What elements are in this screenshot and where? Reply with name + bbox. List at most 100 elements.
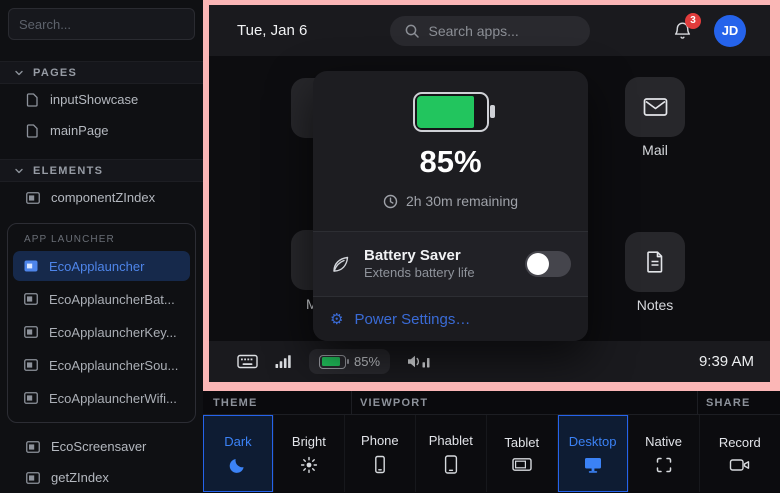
toolbar-buttons: Dark Bright Phone Phablet Tablet (203, 415, 780, 492)
theme-section-label: THEME (213, 397, 258, 409)
sidebar-item-ecoapplauncherkey[interactable]: EcoApplauncherKey... (13, 317, 190, 347)
sidebar-item-componentzindex[interactable]: componentZIndex (0, 182, 203, 213)
button-label: Desktop (569, 434, 617, 449)
battery-saver-row: Battery Saver Extends battery life (313, 231, 588, 297)
button-label: Tablet (504, 435, 539, 450)
tile-label-notes: Notes (625, 297, 685, 313)
power-settings-label: Power Settings… (354, 311, 470, 328)
notes-icon (645, 250, 665, 274)
volume-icon[interactable] (407, 354, 432, 369)
notifications-button[interactable]: 3 (673, 21, 692, 41)
gear-icon: ⚙ (330, 312, 343, 327)
battery-saver-subtitle: Extends battery life (364, 265, 475, 281)
battery-popup: 85% 2h 30m remaining Battery Saver Ex (313, 71, 588, 341)
viewport-tablet-button[interactable]: Tablet (487, 415, 558, 492)
app-search-input[interactable]: Search apps... (390, 16, 590, 46)
battery-percent: 85% (419, 144, 481, 180)
battery-fill-small (322, 357, 341, 366)
component-icon (24, 392, 38, 404)
tablet-icon (512, 457, 532, 472)
sidebar-item-mainpage[interactable]: mainPage (0, 115, 203, 146)
file-icon (26, 124, 39, 138)
sidebar-item-label: EcoApplauncherSou... (49, 358, 178, 373)
sidebar-item-label: inputShowcase (50, 92, 138, 107)
avatar[interactable]: JD (714, 15, 746, 47)
sidebar-item-ecoscreensaver[interactable]: EcoScreensaver (0, 431, 203, 462)
component-icon (26, 472, 40, 484)
preview-topbar: Tue, Jan 6 Search apps... 3 JD (209, 5, 770, 56)
leaf-icon (330, 254, 351, 275)
button-label: Phablet (429, 433, 473, 448)
phone-icon (371, 455, 389, 474)
viewport-native-button[interactable]: Native (629, 415, 700, 492)
search-icon (404, 23, 420, 39)
component-icon (24, 293, 38, 305)
tile-label-mail: Mail (625, 142, 685, 158)
sidebar-item-getzindex[interactable]: getZIndex (0, 462, 203, 493)
viewport-phone-button[interactable]: Phone (345, 415, 416, 492)
signal-icon[interactable] (275, 354, 292, 369)
statusbar-battery[interactable]: 85% (309, 349, 390, 374)
viewport-desktop-button[interactable]: Desktop (558, 415, 629, 492)
section-header-elements[interactable]: ELEMENTS (0, 159, 203, 182)
component-icon (24, 359, 38, 371)
battery-remaining: 2h 30m remaining (383, 193, 518, 209)
button-label: Dark (224, 434, 251, 449)
search-placeholder: Search apps... (429, 23, 519, 39)
power-settings-link[interactable]: ⚙ Power Settings… (313, 297, 588, 341)
viewport-phablet-button[interactable]: Phablet (416, 415, 487, 492)
bottom-toolbar: THEME VIEWPORT SHARE Dark Bright Phone P… (203, 391, 780, 493)
button-label: Native (645, 434, 682, 449)
sidebar-item-label: componentZIndex (51, 190, 155, 205)
button-label: Record (719, 435, 761, 450)
component-icon (26, 441, 40, 453)
sidebar-item-label: EcoApplauncherBat... (49, 292, 175, 307)
button-label: Phone (361, 433, 399, 448)
clock-label: 9:39 AM (699, 353, 754, 370)
app-launcher-preview: Tue, Jan 6 Search apps... 3 JD M (209, 5, 770, 382)
sidebar-item-label: EcoApplauncherWifi... (49, 391, 177, 406)
mail-icon (643, 97, 668, 117)
viewport-section-label: VIEWPORT (360, 397, 428, 409)
battery-saver-texts: Battery Saver Extends battery life (364, 247, 475, 282)
keyboard-icon[interactable] (237, 353, 258, 370)
sidebar: PAGES inputShowcase mainPage ELEMENTS co… (0, 0, 203, 493)
statusbar-battery-percent: 85% (354, 354, 380, 369)
theme-dark-button[interactable]: Dark (203, 415, 274, 492)
app-launcher-group: APP LAUNCHER EcoApplauncher EcoApplaunch… (7, 223, 196, 423)
clock-icon (383, 194, 398, 209)
sidebar-item-label: EcoApplauncherKey... (49, 325, 177, 340)
video-camera-icon (729, 457, 750, 473)
battery-remaining-label: 2h 30m remaining (406, 193, 518, 209)
sidebar-item-ecoapplauncherbat[interactable]: EcoApplauncherBat... (13, 284, 190, 314)
date-label: Tue, Jan 6 (237, 22, 307, 39)
notification-badge: 3 (685, 13, 701, 29)
section-header-pages[interactable]: PAGES (0, 61, 203, 84)
file-icon (26, 93, 39, 107)
component-icon (26, 192, 40, 204)
header-divider (351, 391, 352, 414)
sidebar-item-label: EcoScreensaver (51, 439, 146, 454)
sidebar-search-input[interactable] (8, 8, 195, 40)
section-label: PAGES (33, 67, 77, 79)
sidebar-item-ecoapplauncherwifi[interactable]: EcoApplauncherWifi... (13, 383, 190, 413)
component-icon (24, 260, 38, 272)
preview-statusbar: 85% 9:39 AM (209, 341, 770, 382)
component-icon (24, 326, 38, 338)
theme-bright-button[interactable]: Bright (274, 415, 345, 492)
app-tile-mail[interactable] (625, 77, 685, 137)
chevron-down-icon (14, 68, 24, 78)
share-record-button[interactable]: Record (700, 415, 780, 492)
battery-icon (413, 92, 489, 132)
sidebar-item-label: getZIndex (51, 470, 109, 485)
sidebar-item-ecoapplauncher[interactable]: EcoApplauncher (13, 251, 190, 281)
sidebar-search (0, 0, 203, 48)
sidebar-item-ecoapplaunchersou[interactable]: EcoApplauncherSou... (13, 350, 190, 380)
desktop-icon (583, 456, 603, 474)
battery-saver-toggle[interactable] (525, 251, 571, 277)
app-tile-notes[interactable] (625, 232, 685, 292)
header-divider (697, 391, 698, 414)
moon-icon (229, 456, 247, 474)
sidebar-item-inputshowcase[interactable]: inputShowcase (0, 84, 203, 115)
toolbar-headers: THEME VIEWPORT SHARE (203, 391, 780, 415)
